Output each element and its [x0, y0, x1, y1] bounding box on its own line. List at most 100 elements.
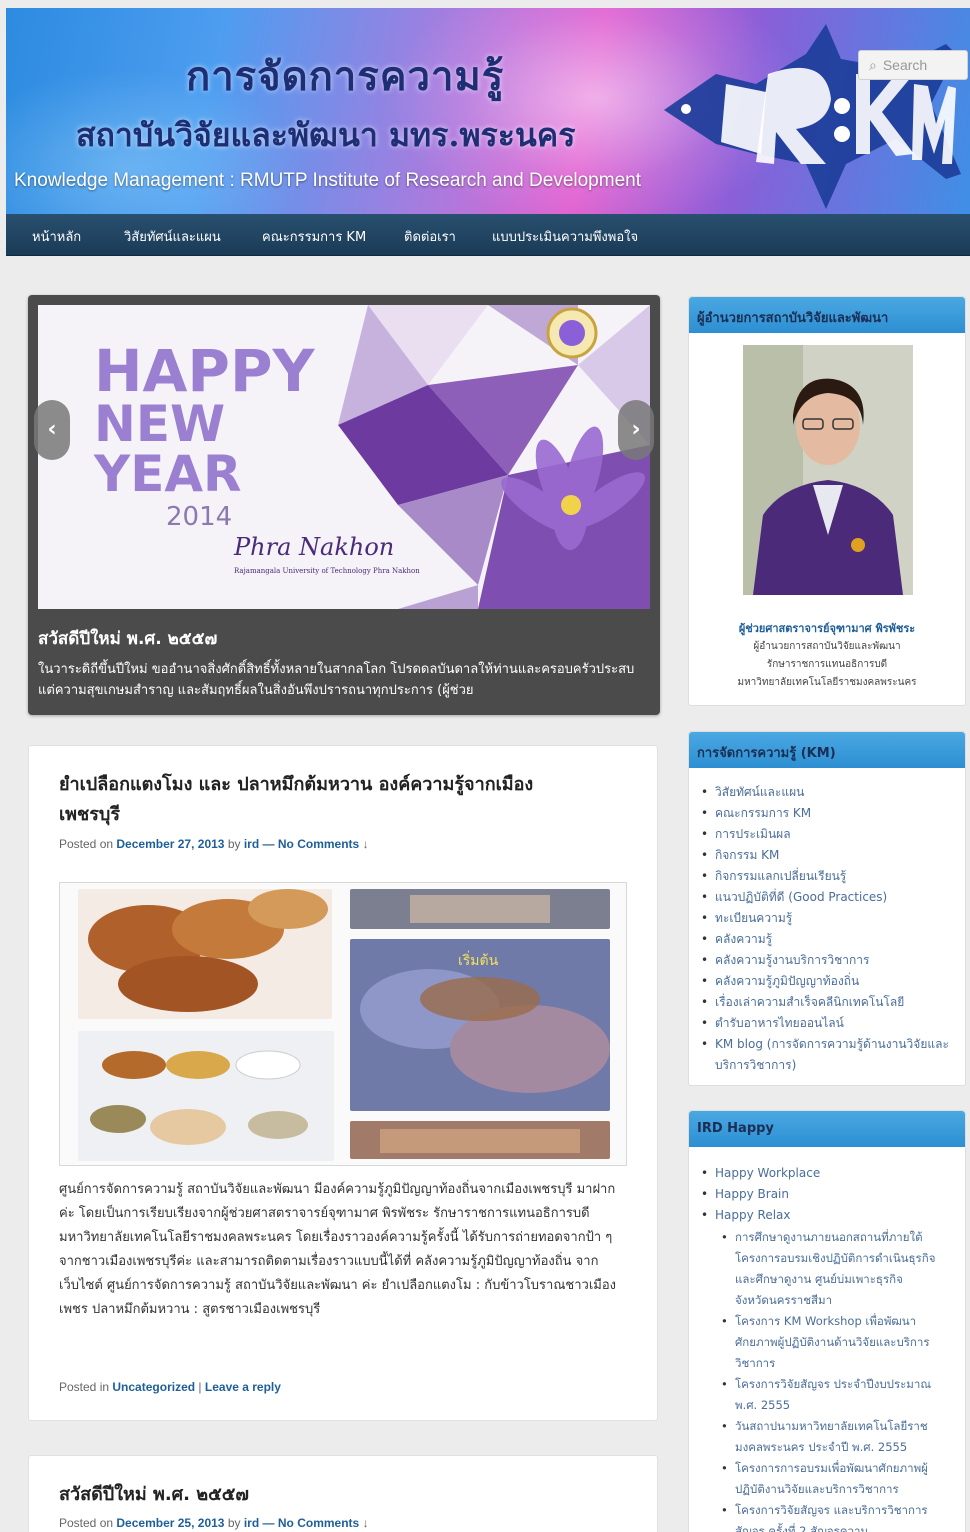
km-links-list: วิสัยทัศน์และแผน คณะกรรมการ KM การประเมิ… — [701, 782, 949, 1076]
item-line[interactable]: โครงการอบรมเชิงปฏิบัติการดำเนินธุรกิจ — [735, 1251, 935, 1265]
happy-relax-item[interactable]: การศึกษาดูงานภายนอกสถานที่ภายใต้ โครงการ… — [721, 1227, 935, 1311]
photo-label-text: เริ่มต้น — [458, 951, 499, 969]
search-input[interactable]: ⌕ Search — [858, 50, 968, 80]
widget-title: ผู้อำนวยการสถาบันวิจัยและพัฒนา — [689, 297, 965, 333]
slide-image[interactable]: HAPPY NEW YEAR 2014 Phra Nakhon Rajamang… — [38, 305, 650, 609]
post-footer: Posted in Uncategorized | Leave a reply — [59, 1380, 281, 1394]
search-icon: ⌕ — [869, 57, 877, 73]
arrow-down-icon: ↓ — [362, 1516, 369, 1530]
post-title[interactable]: ยำเปลือกแตงโมง และ ปลาหมึกต้มหวาน องค์คว… — [59, 770, 533, 830]
slide-caption-title[interactable]: สวัสดีปีใหม่ พ.ศ. ๒๕๕๗ — [38, 625, 217, 652]
post-date-link[interactable]: December 27, 2013 — [116, 837, 224, 851]
slider-prev-button[interactable]: ‹ — [34, 400, 70, 460]
happy-link[interactable]: Happy Brain — [701, 1184, 820, 1205]
happy-relax-item[interactable]: โครงการการอบรมเพื่อพัฒนาศักยภาพผู้ ปฏิบั… — [721, 1458, 935, 1500]
dish-photo-bottom — [350, 1121, 610, 1159]
item-line[interactable]: พ.ศ. 2555 — [735, 1398, 790, 1412]
km-link[interactable]: คณะกรรมการ KM — [701, 803, 949, 824]
director-title-line: มหาวิทยาลัยเทคโนโลยีราชมงคลพระนคร — [737, 677, 917, 688]
post-author-link[interactable]: ird — [244, 1516, 259, 1530]
item-line[interactable]: โครงการวิจัยสัญจร และบริการวิชาการ — [735, 1503, 928, 1517]
post-meta: Posted on December 25, 2013 by ird — No … — [59, 1516, 369, 1530]
slide-caption-text: ในวาระดิถีขึ้นปีใหม่ ขออำนาจสิ่งศักดิ์สิ… — [38, 662, 635, 698]
director-title-line: ผู้อำนวยการสถาบันวิจัยและพัฒนา — [753, 641, 901, 652]
nav-item-committee[interactable]: คณะกรรมการ KM — [262, 226, 366, 247]
item-line[interactable]: จังหวัดนครราชสีมา — [735, 1293, 832, 1307]
km-link[interactable]: ตำรับอาหารไทยออนไลน์ — [701, 1013, 949, 1034]
nav-item-home[interactable]: หน้าหลัก — [32, 226, 81, 247]
widget-title: IRD Happy — [689, 1111, 965, 1147]
chevron-left-icon: ‹ — [47, 417, 57, 442]
post-author-link[interactable]: ird — [244, 837, 259, 851]
km-link[interactable]: เรื่องเล่าความสำเร็จคลีนิกเทคโนโลยี — [701, 992, 949, 1013]
ird-happy-widget: IRD Happy Happy Workplace Happy Brain Ha… — [688, 1110, 966, 1532]
happy-relax-item[interactable]: โครงการวิจัยสัญจร ประจำปีงบประมาณ พ.ศ. 2… — [721, 1374, 935, 1416]
km-link[interactable]: กิจกรรมแลกเปลี่ยนเรียนรู้ — [701, 866, 949, 887]
item-line[interactable]: และศึกษาดูงาน ศูนย์บ่มเพาะธุรกิจ — [735, 1272, 903, 1286]
km-link[interactable]: ทะเบียนความรู้ — [701, 908, 949, 929]
km-link-continuation[interactable]: บริการวิชาการ) — [701, 1055, 949, 1076]
squid-photo — [78, 889, 332, 1019]
happy-relax-item[interactable]: โครงการวิจัยสัญจร และบริการวิชาการ สัญจร… — [721, 1500, 935, 1532]
site-header: การจัดการความรู้ สถาบันวิจัยและพัฒนา มทร… — [6, 8, 970, 214]
post-photo-collage[interactable]: เริ่มต้น — [59, 882, 627, 1166]
happy-link[interactable]: Happy Relax — [701, 1205, 820, 1226]
nav-item-survey[interactable]: แบบประเมินความพึงพอใจ — [492, 226, 638, 247]
chevron-right-icon: › — [631, 417, 641, 442]
item-line[interactable]: โครงการการอบรมเพื่อพัฒนาศักยภาพผู้ — [735, 1461, 928, 1475]
km-link[interactable]: คลังความรู้งานบริการวิชาการ — [701, 950, 949, 971]
km-link[interactable]: กิจกรรม KM — [701, 845, 949, 866]
separator: | — [198, 1380, 202, 1394]
km-link[interactable]: คลังความรู้ — [701, 929, 949, 950]
site-subtitle: สถาบันวิจัยและพัฒนา มทร.พระนคร — [76, 116, 576, 154]
banner-year-text: YEAR — [93, 445, 242, 503]
item-line[interactable]: สัญจร ครั้งที่ 2 สัญจรความ — [735, 1524, 868, 1532]
km-link[interactable]: แนวปฏิบัติที่ดี (Good Practices) — [701, 887, 949, 908]
director-name: ผู้ช่วยศาสตราจารย์จุฑามาศ พิรพัชระ — [738, 622, 916, 635]
km-link[interactable]: คลังความรู้ภูมิปัญญาท้องถิ่น — [701, 971, 949, 992]
meta-label: Posted on — [59, 1516, 114, 1530]
nav-item-vision[interactable]: วิสัยทัศน์และแผน — [124, 226, 221, 247]
featured-slider: HAPPY NEW YEAR 2014 Phra Nakhon Rajamang… — [28, 295, 660, 715]
slider-next-button[interactable]: › — [618, 400, 654, 460]
item-line[interactable]: วิชาการ — [735, 1356, 775, 1370]
arrow-down-icon: ↓ — [362, 837, 369, 851]
director-widget: ผู้อำนวยการสถาบันวิจัยและพัฒนา ผู้ช่วยศา… — [688, 296, 966, 706]
post-comments-link[interactable]: No Comments — [278, 1516, 359, 1530]
post-title-line[interactable]: เพชรบุรี — [59, 804, 120, 825]
meta-dash: — — [262, 1516, 275, 1530]
item-line[interactable]: มงคลพระนคร ประจำปี พ.ศ. 2555 — [735, 1440, 907, 1454]
happy-link[interactable]: Happy Workplace — [701, 1163, 820, 1184]
banner-university-text: Rajamangala University of Technology Phr… — [234, 567, 420, 575]
banner-script-text: Phra Nakhon — [233, 533, 394, 561]
meta-label: by — [227, 837, 241, 851]
widget-title: การจัดการความรู้ (KM) — [689, 732, 965, 768]
category-link[interactable]: Uncategorized — [112, 1380, 195, 1394]
post-title[interactable]: สวัสดีปีใหม่ พ.ศ. ๒๕๕๗ — [59, 1480, 249, 1510]
item-line[interactable]: โครงการ KM Workshop เพื่อพัฒนา — [735, 1314, 916, 1328]
meta-label: Posted on — [59, 837, 114, 851]
happy-links-list: Happy Workplace Happy Brain Happy Relax — [701, 1163, 820, 1226]
ingredients-photo — [78, 1031, 334, 1161]
item-line[interactable]: โครงการวิจัยสัญจร ประจำปีงบประมาณ — [735, 1377, 931, 1391]
post-title-line[interactable]: ยำเปลือกแตงโมง และ ปลาหมึกต้มหวาน องค์คว… — [59, 774, 533, 795]
new-year-banner: HAPPY NEW YEAR 2014 Phra Nakhon Rajamang… — [38, 305, 650, 609]
post-date-link[interactable]: December 25, 2013 — [116, 1516, 224, 1530]
km-link[interactable]: KM blog (การจัดการความรู้ด้านงานวิจัยและ — [701, 1034, 949, 1055]
post-comments-link[interactable]: No Comments — [278, 837, 359, 851]
item-line[interactable]: การศึกษาดูงานภายนอกสถานที่ภายใต้ — [735, 1230, 923, 1244]
dish-photo-top — [350, 889, 610, 929]
item-line[interactable]: ศักยภาพผู้ปฏิบัติงานด้านวิจัยและบริการ — [735, 1335, 930, 1349]
happy-relax-item[interactable]: วันสถาปนามหาวิทยาลัยเทคโนโลยีราช มงคลพระ… — [721, 1416, 935, 1458]
nav-item-contact[interactable]: ติดต่อเรา — [404, 226, 456, 247]
site-title[interactable]: การจัดการความรู้ — [186, 44, 504, 108]
item-line[interactable]: วันสถาปนามหาวิทยาลัยเทคโนโลยีราช — [735, 1419, 928, 1433]
leave-reply-link[interactable]: Leave a reply — [205, 1380, 281, 1394]
meta-label: Posted in — [59, 1380, 110, 1394]
happy-relax-item[interactable]: โครงการ KM Workshop เพื่อพัฒนา ศักยภาพผู… — [721, 1311, 935, 1374]
item-line[interactable]: ปฏิบัติงานวิจัยและบริการวิชาการ — [735, 1482, 899, 1496]
km-link[interactable]: วิสัยทัศน์และแผน — [701, 782, 949, 803]
ird-km-logo[interactable] — [656, 14, 970, 214]
post-article: ยำเปลือกแตงโมง และ ปลาหมึกต้มหวาน องค์คว… — [28, 745, 658, 1421]
km-link[interactable]: การประเมินผล — [701, 824, 949, 845]
